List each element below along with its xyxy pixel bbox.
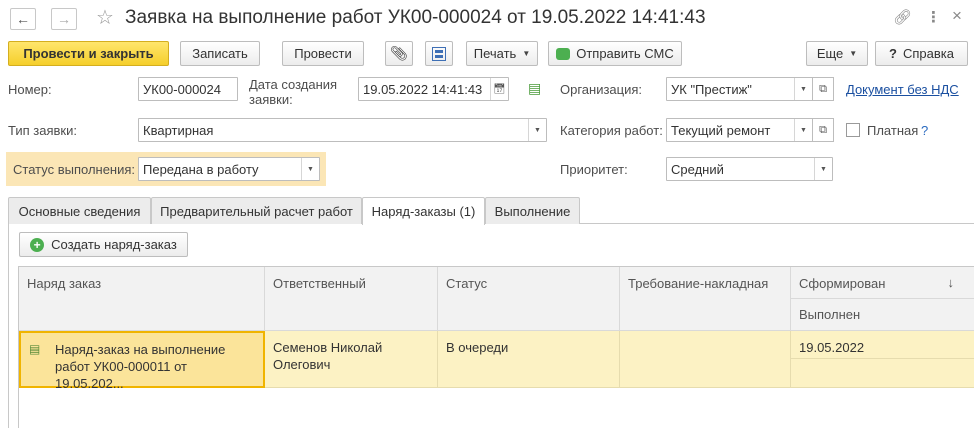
order-line2: работ УК00-000011 от 19.05.202... [55,359,187,391]
tab-execution[interactable]: Выполнение [485,197,580,224]
chevron-down-icon[interactable]: ▼ [794,78,812,100]
add-icon: + [30,237,45,252]
chevron-down-icon[interactable]: ▼ [528,119,546,141]
create-order-button[interactable]: + Создать наряд-заказ [19,232,188,257]
col-header-responsible[interactable]: Ответственный [265,267,438,331]
responsible-line1: Семенов Николай [273,340,383,355]
table-row-order-cell[interactable]: ▤ Наряд-заказ на выполнение работ УК00-0… [19,331,265,391]
organization-field[interactable]: УК "Престиж" ▼ [666,77,813,101]
sort-arrow-icon[interactable]: ↓ [948,275,955,290]
link-icon[interactable]: 🔗︎ [893,8,912,26]
number-field[interactable]: УК00-000024 [138,77,238,101]
arrow-left-icon: ← [16,11,30,27]
created-date-field[interactable]: 19.05.2022 14:41:43 📅︎ [358,77,509,101]
col-header-order[interactable]: Наряд заказ [19,267,265,331]
tab-preliminary-calc[interactable]: Предварительный расчет работ [151,197,362,224]
priority-field[interactable]: Средний ▼ [666,157,833,181]
sms-icon [556,47,571,60]
table-row-dates[interactable]: 19.05.2022 [791,331,974,388]
paperclip-icon: 📎︎ [390,45,408,61]
col-header-requirement[interactable]: Требование-накладная [620,267,791,331]
priority-label: Приоритет: [560,162,628,177]
save-button[interactable]: Записать [180,41,260,66]
chevron-down-icon[interactable]: ▼ [794,119,812,141]
table-row-requirement[interactable] [620,331,791,388]
work-category-value: Текущий ремонт [671,122,771,138]
more-vertical-icon[interactable]: ⋮ [926,8,941,26]
table-row-status[interactable]: В очереди [438,331,620,388]
page-title: Заявка на выполнение работ УК00-000024 о… [125,7,706,28]
request-type-field[interactable]: Квартирная ▼ [138,118,547,142]
back-button[interactable]: ← [10,8,36,30]
status-label: Статус выполнения: [13,162,136,177]
print-label: Печать [473,46,517,61]
post-and-close-button[interactable]: Провести и закрыть [8,41,169,66]
tab-main-info[interactable]: Основные сведения [8,197,151,224]
help-icon: ? [889,46,897,61]
send-sms-button[interactable]: Отправить СМС [548,41,682,66]
created-date-value: 19.05.2022 14:41:43 [363,81,483,97]
document-icon: ▤ [29,342,41,356]
open-icon[interactable]: ⧉ [812,118,834,142]
structure-button[interactable] [425,41,453,66]
work-category-label: Категория работ: [560,123,663,138]
formed-date: 19.05.2022 [791,331,974,359]
caret-down-icon: ▼ [849,49,858,58]
request-type-value: Квартирная [143,122,214,138]
order-line1: Наряд-заказ на выполнение [55,342,226,357]
arrow-right-icon: → [57,11,71,27]
chevron-down-icon[interactable]: ▼ [301,158,319,180]
status-field[interactable]: Передана в работу ▼ [138,157,320,181]
close-icon[interactable]: × [952,6,962,26]
col-header-formed: Сформирован [799,276,886,291]
paid-checkbox[interactable] [846,123,860,137]
post-button[interactable]: Провести [282,41,364,66]
hierarchy-icon [432,46,446,61]
document-no-vat-link[interactable]: Документ без НДС [846,82,959,97]
created-date-label: Дата создания заявки: [249,77,338,107]
done-date [791,359,974,371]
responsible-line2: Олегович [273,357,331,372]
star-icon[interactable]: ☆ [96,5,114,30]
paid-label: Платная [867,123,919,138]
help-label: Справка [902,46,954,61]
calendar-icon[interactable]: 📅︎ [490,78,508,100]
status-value: Передана в работу [143,161,259,177]
more-button[interactable]: Еще ▼ [806,41,868,66]
print-button[interactable]: Печать ▼ [466,41,538,66]
chevron-down-icon[interactable]: ▼ [814,158,832,180]
request-type-label: Тип заявки: [8,123,77,138]
priority-value: Средний [671,161,724,177]
help-icon[interactable]: ? [921,123,928,138]
col-header-done: Выполнен [799,307,861,322]
forward-button[interactable]: → [51,8,77,30]
col-header-dates[interactable]: Сформирован ↓ Выполнен [791,267,974,331]
organization-value: УК "Престиж" [671,81,752,97]
work-category-field[interactable]: Текущий ремонт ▼ [666,118,813,142]
open-icon[interactable]: ⧉ [812,77,834,101]
document-arrow-icon[interactable]: ▤ [528,80,541,97]
col-header-status[interactable]: Статус [438,267,620,331]
tab-work-orders[interactable]: Наряд-заказы (1) [362,197,485,225]
table-row-responsible[interactable]: Семенов Николай Олегович [265,331,438,388]
create-order-label: Создать наряд-заказ [51,237,177,252]
send-sms-label: Отправить СМС [576,46,674,61]
number-label: Номер: [8,82,52,97]
help-button[interactable]: ? Справка [875,41,968,66]
caret-down-icon: ▼ [522,49,531,58]
more-label: Еще [816,46,844,61]
attach-button[interactable]: 📎︎ [385,41,413,66]
orders-table[interactable]: Наряд заказ Ответственный Статус Требова… [18,266,974,428]
organization-label: Организация: [560,82,643,97]
